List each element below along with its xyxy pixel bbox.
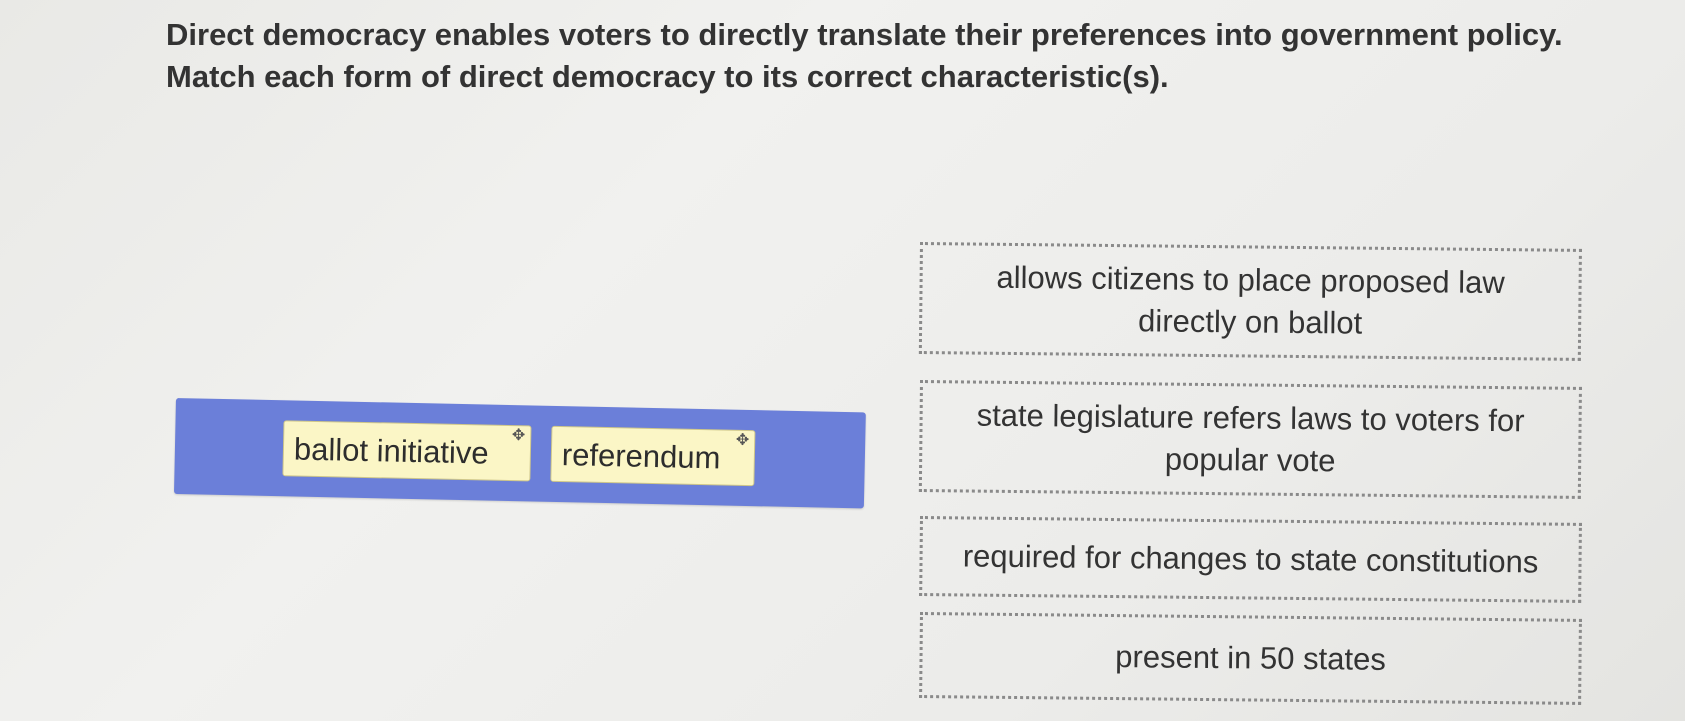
choice-label: ballot initiative bbox=[293, 431, 490, 471]
move-icon: ✥ bbox=[735, 431, 750, 450]
drop-target-constitution-changes[interactable]: required for changes to state constituti… bbox=[919, 516, 1582, 603]
drop-target-label: present in 50 states bbox=[1115, 639, 1386, 677]
question-text-line-2: Match each form of direct democracy to i… bbox=[166, 59, 1169, 94]
move-icon: ✥ bbox=[511, 427, 526, 445]
drop-target-fifty-states[interactable]: present in 50 states bbox=[919, 612, 1582, 705]
drop-target-proposed-law[interactable]: allows citizens to place proposed law di… bbox=[918, 242, 1582, 361]
drop-target-label: allows citizens to place proposed law di… bbox=[996, 259, 1505, 341]
draggable-choice-ballot-initiative[interactable]: ballot initiative ✥ bbox=[282, 420, 532, 482]
answer-bank: ballot initiative ✥ referendum ✥ bbox=[173, 398, 866, 509]
drop-target-label: required for changes to state constituti… bbox=[962, 538, 1539, 580]
question-text-line-1: Direct democracy enables voters to direc… bbox=[166, 17, 1563, 52]
draggable-choice-referendum[interactable]: referendum ✥ bbox=[550, 425, 756, 487]
drop-target-label: state legislature refers laws to voters … bbox=[976, 397, 1525, 479]
question-prompt: Direct democracy enables voters to direc… bbox=[166, 14, 1626, 98]
drop-target-legislature-refers[interactable]: state legislature refers laws to voters … bbox=[918, 380, 1582, 499]
choice-label: referendum bbox=[561, 437, 721, 476]
